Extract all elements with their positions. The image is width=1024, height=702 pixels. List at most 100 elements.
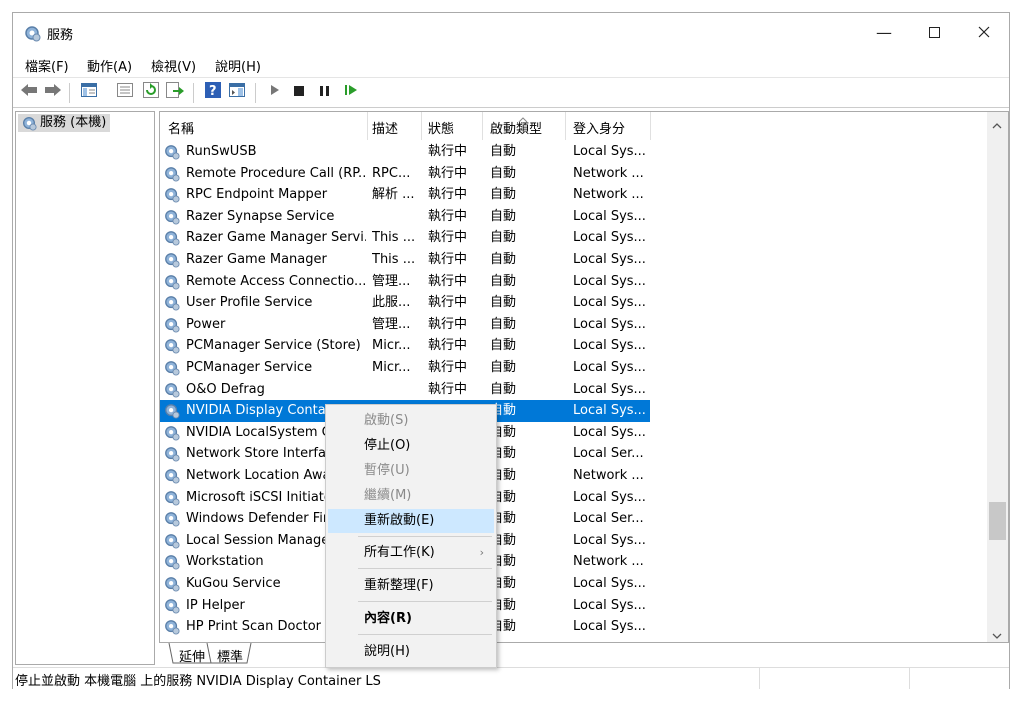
view-tabs: 延伸 標準: [159, 643, 1009, 665]
cell-startup: 自動: [490, 187, 517, 203]
cell-logon: Local Sys...: [573, 381, 646, 397]
menu-item-properties[interactable]: 內容(R): [328, 607, 494, 631]
service-gear-icon: [164, 554, 180, 570]
cell-name: RunSwUSB: [186, 144, 257, 159]
table-row[interactable]: RPC Endpoint Mapper 解析 ... 執行中 自動 Network ..…: [160, 184, 650, 206]
service-gear-icon: [164, 619, 180, 635]
show-console-tree-button[interactable]: [79, 82, 99, 102]
cell-name: Remote Access Connectio...: [186, 273, 366, 289]
service-gear-icon: [164, 274, 180, 290]
cell-logon: Local Sys...: [573, 144, 646, 159]
cell-desc: 管理...: [372, 273, 411, 289]
action-pane-icon: [229, 83, 245, 101]
cell-desc: 管理...: [372, 316, 411, 332]
refresh-button[interactable]: [141, 82, 161, 102]
properties-view-button[interactable]: [115, 82, 135, 102]
services-gear-icon: [23, 24, 41, 42]
close-button[interactable]: [959, 13, 1009, 51]
column-header-name[interactable]: 名稱: [168, 118, 194, 137]
menu-action[interactable]: 動作(A): [87, 56, 132, 75]
column-header-status[interactable]: 狀態: [428, 118, 454, 137]
tree-node-services-local[interactable]: 服務 (本機): [18, 114, 111, 132]
console-tree-icon: [81, 83, 97, 101]
start-service-button[interactable]: [265, 82, 285, 102]
cell-startup: 自動: [490, 295, 517, 311]
minimize-button[interactable]: —: [859, 13, 909, 51]
table-row[interactable]: RunSwUSB 執行中 自動 Local Sys...: [160, 141, 650, 163]
cell-desc: RPC...: [372, 165, 411, 181]
cell-startup: 自動: [490, 338, 517, 354]
cell-status: 執行中: [428, 381, 468, 397]
cell-status: 執行中: [428, 316, 468, 332]
maximize-button[interactable]: [909, 13, 959, 51]
scroll-down-icon[interactable]: [992, 628, 1002, 642]
cell-logon: Local Sys...: [573, 619, 646, 635]
cell-logon: Local Sys...: [573, 576, 646, 591]
forward-button[interactable]: [43, 82, 63, 102]
service-gear-icon: [164, 511, 180, 527]
menu-help[interactable]: 說明(H): [215, 56, 261, 75]
table-row[interactable]: User Profile Service 此服... 執行中 自動 Local Sys.…: [160, 292, 650, 314]
cell-name: Power: [186, 316, 226, 332]
tab-standard[interactable]: 標準: [217, 646, 243, 665]
table-row[interactable]: Remote Procedure Call (RP... RPC... 執行中 自動 N…: [160, 163, 650, 185]
service-gear-icon: [164, 598, 180, 614]
column-header-description[interactable]: 描述: [372, 118, 398, 137]
cell-logon: Network ...: [573, 554, 644, 570]
service-gear-icon: [164, 209, 180, 225]
service-gear-icon: [164, 187, 180, 203]
table-row[interactable]: Razer Synapse Service 執行中 自動 Local Sys...: [160, 206, 650, 228]
cell-status: 執行中: [428, 360, 468, 375]
cell-name: Razer Game Manager: [186, 252, 327, 267]
column-header-startup-type[interactable]: 啟動類型: [490, 118, 542, 137]
status-text: 停止並啟動 本機電腦 上的服務 NVIDIA Display Container…: [15, 674, 381, 689]
pause-service-button[interactable]: [315, 82, 335, 102]
export-list-button[interactable]: [165, 82, 185, 102]
cell-startup: 自動: [490, 403, 517, 419]
toolbar: ?: [13, 77, 1009, 108]
maximize-icon: [928, 23, 940, 42]
menu-item-all-tasks[interactable]: 所有工作(K) ›: [328, 541, 494, 565]
menu-item-restart[interactable]: 重新啟動(E): [328, 509, 494, 533]
restart-service-button[interactable]: [341, 82, 361, 102]
scroll-up-icon[interactable]: [992, 118, 1002, 133]
cell-logon: Local Sys...: [573, 360, 646, 375]
menu-item-refresh[interactable]: 重新整理(F): [328, 574, 494, 598]
cell-logon: Local Sys...: [573, 273, 646, 289]
menu-view[interactable]: 檢視(V): [151, 56, 196, 75]
menu-item-start[interactable]: 啟動(S): [328, 409, 494, 433]
show-action-pane-button[interactable]: [227, 82, 247, 102]
window-title: 服務: [47, 28, 74, 43]
menu-item-stop[interactable]: 停止(O): [328, 434, 494, 458]
table-row[interactable]: Power 管理... 執行中 自動 Local Sys...: [160, 314, 650, 336]
menu-item-help[interactable]: 說明(H): [328, 640, 494, 664]
menu-file[interactable]: 檔案(F): [25, 56, 69, 75]
cell-startup: 自動: [490, 489, 517, 505]
menu-item-resume[interactable]: 繼續(M): [328, 484, 494, 508]
table-row[interactable]: PCManager Service Micr... 執行中 自動 Local Sys..…: [160, 357, 650, 379]
cell-logon: Local Sys...: [573, 403, 646, 419]
cell-startup: 自動: [490, 316, 517, 332]
back-button[interactable]: [19, 82, 39, 102]
service-gear-icon: [164, 576, 180, 592]
vertical-scrollbar[interactable]: [987, 112, 1008, 642]
stop-service-button[interactable]: [289, 82, 309, 102]
cell-name: Razer Game Manager Servi...: [186, 230, 366, 246]
scroll-thumb[interactable]: [989, 502, 1006, 540]
table-row[interactable]: PCManager Service (Store) Micr... 執行中 自動 Loc…: [160, 335, 650, 357]
cell-logon: Local Sys...: [573, 424, 646, 440]
menu-item-all-tasks-label: 所有工作(K): [364, 545, 435, 560]
table-row[interactable]: Remote Access Connectio... 管理... 執行中 自動 Loca…: [160, 271, 650, 293]
menu-bar: 檔案(F) 動作(A) 檢視(V) 說明(H): [13, 51, 1009, 78]
forward-arrow-icon: [43, 83, 63, 101]
service-gear-icon: [164, 360, 180, 376]
table-row[interactable]: Razer Game Manager Servi... This ... 執行中 自動…: [160, 227, 650, 249]
help-button[interactable]: ?: [203, 82, 223, 102]
service-gear-icon: [164, 144, 180, 160]
column-header-logon-as[interactable]: 登入身分: [573, 118, 625, 137]
menu-item-pause[interactable]: 暫停(U): [328, 459, 494, 483]
tab-extended[interactable]: 延伸: [179, 646, 205, 665]
table-row[interactable]: O&O Defrag 執行中 自動 Local Sys...: [160, 379, 650, 401]
table-row[interactable]: Razer Game Manager This ... 執行中 自動 Local Sys…: [160, 249, 650, 271]
list-view-icon: [117, 83, 133, 101]
